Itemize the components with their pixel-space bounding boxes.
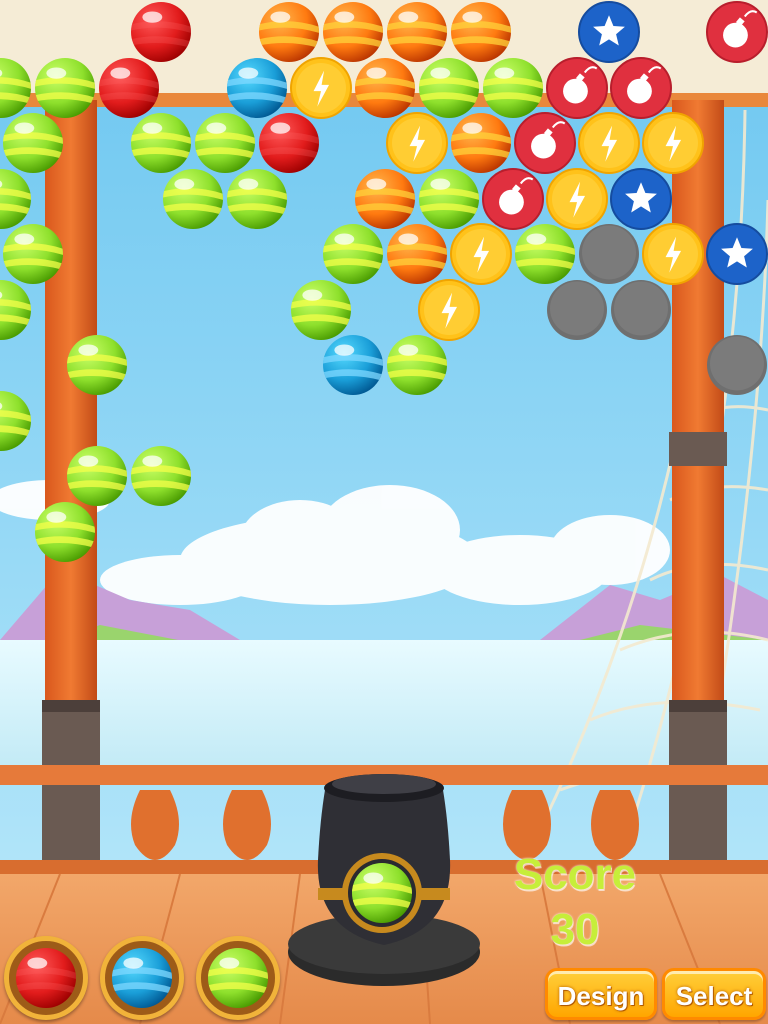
- lightning-bubble: [450, 223, 512, 285]
- lightning-bubble: [546, 167, 608, 230]
- green-bubble: [2, 112, 64, 174]
- score-value: 30: [550, 905, 600, 954]
- stone-bubble: [578, 223, 640, 285]
- green-bubble: [351, 862, 413, 924]
- green-bubble: [514, 223, 576, 285]
- green-bubble: [162, 168, 224, 230]
- queue-slot-3[interactable]: [196, 936, 280, 1020]
- orange-bubble: [450, 112, 512, 174]
- green-bubble: [130, 445, 192, 507]
- green-bubble: [2, 223, 64, 285]
- score-label: Score: [513, 850, 637, 899]
- lightning-bubble: [642, 223, 704, 285]
- lightning-bubble: [386, 112, 448, 174]
- green-bubble: [194, 112, 256, 174]
- blue-bubble: [322, 334, 384, 396]
- green-bubble: [66, 445, 128, 507]
- star-bubble: [610, 167, 672, 230]
- green-bubble: [322, 223, 384, 285]
- green-bubble: [34, 57, 96, 119]
- bomb-bubble: [610, 56, 672, 119]
- green-bubble: [418, 168, 480, 230]
- lightning-bubble: [578, 112, 640, 174]
- blue-bubble: [111, 947, 173, 1009]
- lightning-bubble: [418, 278, 480, 341]
- green-bubble: [226, 168, 288, 230]
- stone-bubble: [546, 279, 608, 341]
- bomb-bubble: [482, 167, 544, 230]
- stone-bubble: [706, 334, 768, 396]
- queue-slot-2[interactable]: [100, 936, 184, 1020]
- game-scene[interactable]: Score 30 Design Select: [0, 0, 768, 1024]
- queue-slot-1[interactable]: [4, 936, 88, 1020]
- sea: [0, 640, 768, 780]
- select-button[interactable]: Select: [662, 968, 766, 1020]
- orange-bubble: [322, 1, 384, 63]
- green-bubble: [207, 947, 269, 1009]
- orange-bubble: [354, 168, 416, 230]
- green-bubble: [34, 501, 96, 563]
- stone-bubble: [610, 279, 672, 341]
- green-bubble: [66, 334, 128, 396]
- green-bubble: [418, 57, 480, 119]
- star-bubble: [706, 223, 768, 285]
- star-bubble: [578, 1, 640, 63]
- bomb-bubble: [546, 56, 608, 119]
- lightning-bubble: [642, 112, 704, 174]
- bomb-bubble: [514, 112, 576, 174]
- bomb-bubble: [706, 1, 768, 63]
- orange-bubble: [386, 1, 448, 63]
- blue-bubble: [226, 57, 288, 119]
- red-bubble: [98, 57, 160, 119]
- green-bubble: [0, 390, 32, 452]
- design-button[interactable]: Design: [545, 968, 657, 1020]
- green-bubble: [130, 112, 192, 174]
- lightning-bubble: [290, 56, 352, 119]
- green-bubble: [0, 168, 32, 230]
- orange-bubble: [258, 1, 320, 63]
- green-bubble: [0, 279, 32, 341]
- bubble-grid[interactable]: [0, 0, 768, 600]
- red-bubble: [15, 947, 77, 1009]
- green-bubble: [386, 334, 448, 396]
- red-bubble: [258, 112, 320, 174]
- red-bubble: [130, 1, 192, 63]
- orange-bubble: [354, 57, 416, 119]
- green-bubble: [290, 279, 352, 341]
- orange-bubble: [450, 1, 512, 63]
- cannon-loaded-bubble: [351, 862, 413, 924]
- green-bubble: [0, 57, 32, 119]
- orange-bubble: [386, 223, 448, 285]
- green-bubble: [482, 57, 544, 119]
